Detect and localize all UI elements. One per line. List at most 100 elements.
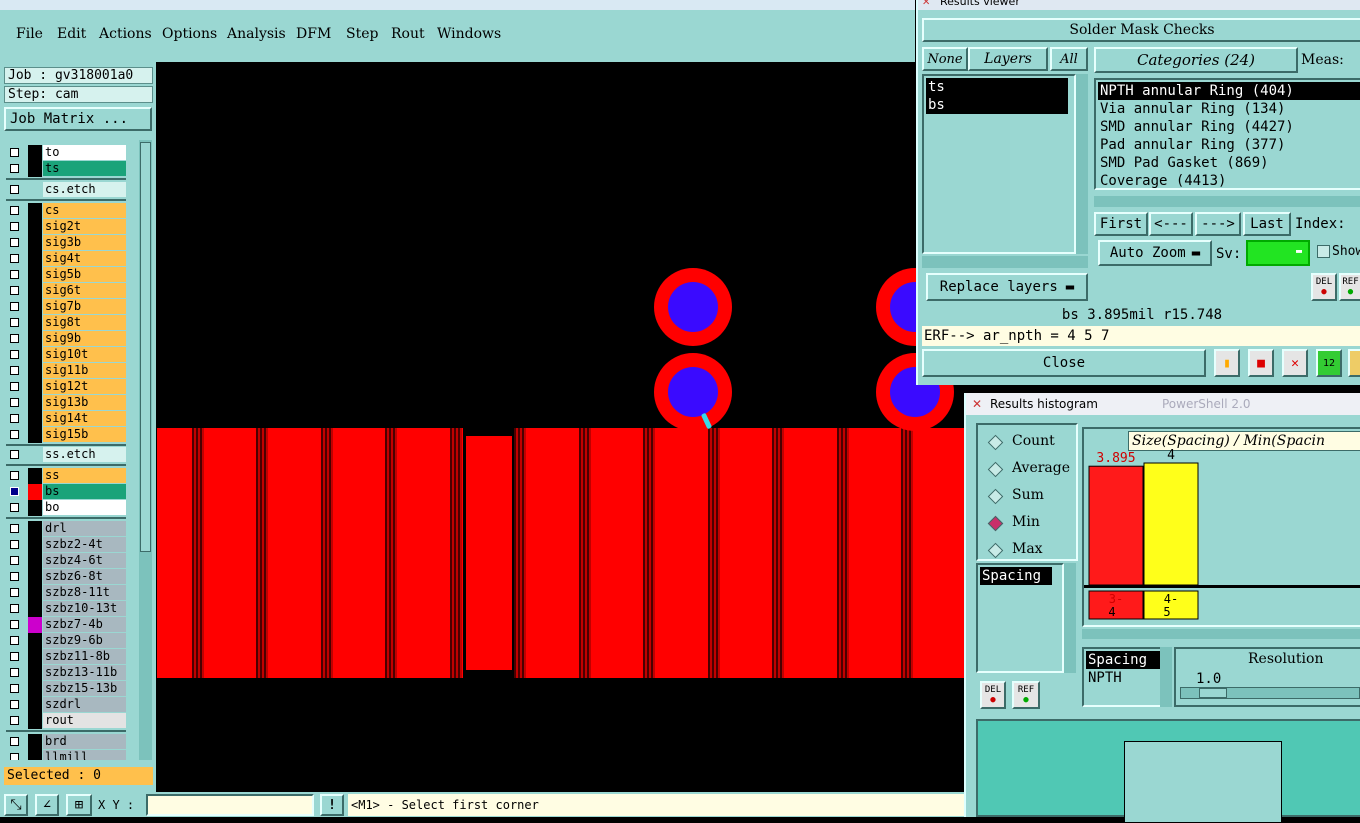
layer-row[interactable]: sig15b — [6, 427, 126, 443]
ref-button[interactable]: REF ● — [1012, 681, 1040, 709]
layer-row[interactable]: brd — [6, 734, 126, 750]
sv-color-select[interactable]: ▬ — [1246, 240, 1310, 266]
show-checkbox[interactable] — [1317, 245, 1330, 258]
tool-icon-5[interactable] — [1348, 349, 1360, 377]
layer-checkbox[interactable] — [10, 487, 19, 496]
layer-row[interactable]: to — [6, 145, 126, 161]
layer-checkbox[interactable] — [10, 286, 19, 295]
layer-checkbox[interactable] — [10, 238, 19, 247]
resolution-slider[interactable] — [1180, 687, 1360, 699]
prev-button[interactable]: <--- — [1149, 212, 1193, 236]
zoom-box-icon[interactable]: ⤡ — [4, 794, 28, 816]
layer-list-scrollbar[interactable] — [139, 140, 152, 760]
replace-layers-select[interactable]: Replace layers ▬ — [926, 273, 1088, 301]
menu-rout[interactable]: Rout — [391, 26, 425, 42]
categories-tab[interactable]: Categories (24) — [1094, 47, 1298, 73]
layer-row[interactable]: sig10t — [6, 347, 126, 363]
del-button[interactable]: DEL ● — [1311, 273, 1337, 301]
layer-row[interactable]: sig4t — [6, 251, 126, 267]
layer-row[interactable]: szbz8-11t — [6, 585, 126, 601]
layer-row[interactable]: drl — [6, 521, 126, 537]
chart-hscroll[interactable] — [1082, 629, 1360, 639]
layer-checkbox[interactable] — [10, 700, 19, 709]
layer-checkbox[interactable] — [10, 302, 19, 311]
layer-list-scrollbar[interactable] — [1076, 74, 1088, 254]
layer-row[interactable]: sig3b — [6, 235, 126, 251]
layer-checkbox[interactable] — [10, 620, 19, 629]
del-button[interactable]: DEL ● — [980, 681, 1006, 709]
layer-checkbox[interactable] — [10, 270, 19, 279]
layer-row[interactable]: ts — [6, 161, 126, 177]
layer-checkbox[interactable] — [10, 450, 19, 459]
warning-icon[interactable]: ! — [320, 794, 344, 816]
tool-icon-3[interactable]: ✕ — [1282, 349, 1308, 377]
measure-icon[interactable]: ∠ — [35, 794, 59, 816]
layer-row[interactable]: szdrl — [6, 697, 126, 713]
histogram-bar[interactable] — [1088, 465, 1144, 586]
layer-checkbox[interactable] — [10, 164, 19, 173]
xy-input[interactable] — [146, 794, 314, 816]
measure-item[interactable]: Spacing — [980, 567, 1052, 585]
menu-edit[interactable]: Edit — [57, 26, 86, 42]
layer-checkbox[interactable] — [10, 148, 19, 157]
layer-row[interactable]: sig5b — [6, 267, 126, 283]
layer-checkbox[interactable] — [10, 350, 19, 359]
menu-step[interactable]: Step — [346, 26, 378, 42]
job-matrix-button[interactable]: Job Matrix ... — [4, 107, 152, 131]
measure-list-scrollbar[interactable] — [1064, 563, 1076, 673]
auto-zoom-select[interactable]: Auto Zoom ▬ — [1098, 240, 1212, 266]
layer-checkbox[interactable] — [10, 334, 19, 343]
layer-row[interactable]: szbz4-6t — [6, 553, 126, 569]
layer-row[interactable]: szbz11-8b — [6, 649, 126, 665]
slider-handle[interactable] — [1199, 688, 1227, 698]
category-hscroll[interactable] — [1094, 196, 1360, 207]
layer-row[interactable]: ss — [6, 468, 126, 484]
layer-checkbox[interactable] — [10, 684, 19, 693]
layer-checkbox[interactable] — [10, 588, 19, 597]
menu-windows[interactable]: Windows — [437, 26, 501, 42]
layer-checkbox[interactable] — [10, 572, 19, 581]
layer-row[interactable]: sig13b — [6, 395, 126, 411]
layer-row[interactable]: rout — [6, 713, 126, 729]
category-item[interactable]: SMD Pad Gasket (869) — [1098, 154, 1269, 172]
scrollbar-thumb[interactable] — [140, 142, 151, 552]
last-button[interactable]: Last — [1243, 212, 1291, 236]
histogram-bar[interactable] — [1143, 462, 1199, 586]
layer-list-hscroll[interactable] — [922, 256, 1088, 268]
category-item[interactable]: Via annular Ring (134) — [1098, 100, 1285, 118]
menu-actions[interactable]: Actions — [99, 26, 152, 42]
ref-button[interactable]: REF ● — [1339, 273, 1360, 301]
layer-checkbox[interactable] — [10, 471, 19, 480]
layer-checkbox[interactable] — [10, 254, 19, 263]
layer-row[interactable]: sig11b — [6, 363, 126, 379]
layer-row[interactable]: sig9b — [6, 331, 126, 347]
layer-result-item[interactable]: bs — [926, 96, 1068, 114]
tool-icon-4[interactable]: 12 — [1316, 349, 1342, 377]
menu-file[interactable]: File — [16, 26, 43, 42]
layer-row[interactable]: cs.etch — [6, 182, 126, 198]
layer-checkbox[interactable] — [10, 524, 19, 533]
close-button[interactable]: Close — [922, 349, 1206, 377]
layer-row[interactable]: cs — [6, 203, 126, 219]
layer-row[interactable]: szbz10-13t — [6, 601, 126, 617]
layer-checkbox[interactable] — [10, 414, 19, 423]
layer-checkbox[interactable] — [10, 222, 19, 231]
spacing-list-scrollbar[interactable] — [1160, 647, 1172, 707]
layer-row[interactable]: szbz6-8t — [6, 569, 126, 585]
layer-checkbox[interactable] — [10, 503, 19, 512]
layer-checkbox[interactable] — [10, 540, 19, 549]
menu-dfm[interactable]: DFM — [296, 26, 331, 42]
snap-grid-icon[interactable]: ⊞ — [66, 794, 92, 816]
category-item[interactable]: SMD annular Ring (4427) — [1098, 118, 1294, 136]
spacing-list-item[interactable]: NPTH — [1086, 669, 1122, 687]
layer-row[interactable]: szbz7-4b — [6, 617, 126, 633]
layers-tab[interactable]: Layers — [968, 47, 1048, 71]
layer-row[interactable]: bo — [6, 500, 126, 516]
layer-row[interactable]: szbz9-6b — [6, 633, 126, 649]
menu-options[interactable]: Options — [162, 26, 217, 42]
layer-checkbox[interactable] — [10, 398, 19, 407]
layer-row[interactable]: sig8t — [6, 315, 126, 331]
graphics-canvas[interactable] — [156, 62, 964, 792]
spacing-list-item[interactable]: Spacing — [1086, 651, 1164, 669]
none-button[interactable]: None — [922, 47, 968, 71]
